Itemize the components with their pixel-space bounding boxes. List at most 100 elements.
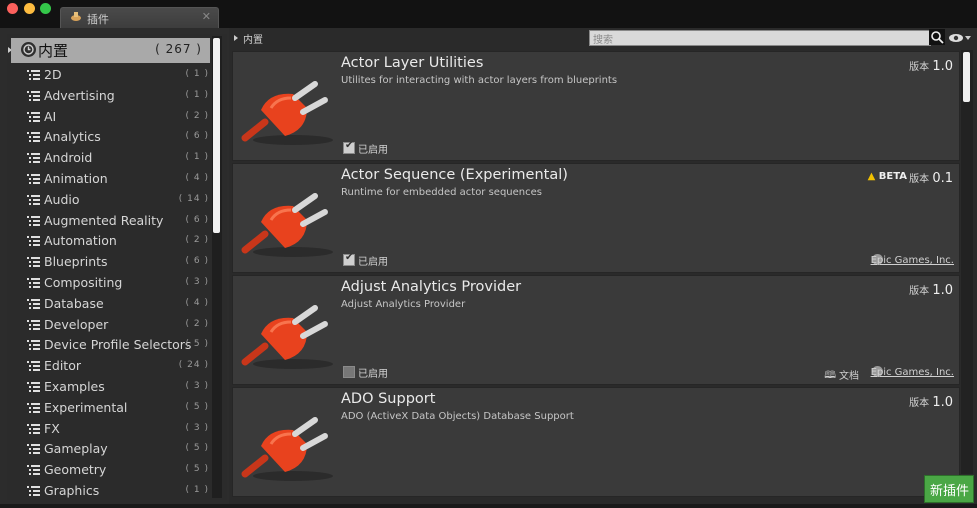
search-field[interactable]: 搜索	[589, 30, 931, 46]
version-number: 1.0	[932, 283, 953, 298]
vendor-link[interactable]: Epic Games, Inc.	[871, 255, 954, 266]
plugin-version: 版本 1.0	[909, 58, 953, 74]
category-label: Editor	[44, 358, 81, 374]
category-label: Analytics	[44, 129, 101, 145]
category-item[interactable]: 2D ( 1 )	[27, 65, 209, 85]
category-label: Advertising	[44, 87, 115, 103]
docs-link[interactable]: 文档	[839, 367, 859, 382]
category-item[interactable]: Animation ( 4 )	[27, 169, 209, 189]
tab-close-icon[interactable]: ✕	[202, 10, 211, 23]
category-count: ( 3 )	[185, 381, 209, 391]
warning-icon: ▲	[867, 171, 876, 182]
search-placeholder: 搜索	[593, 35, 613, 46]
category-count: ( 5 )	[185, 464, 209, 475]
category-label: Examples	[44, 379, 105, 394]
beta-label: BETA	[878, 171, 907, 182]
category-item[interactable]: Advertising ( 1 )	[27, 86, 209, 106]
category-count: ( 6 )	[185, 214, 209, 225]
enabled-label: 已启用	[358, 257, 388, 268]
enabled-checkbox[interactable]: ✔	[343, 140, 355, 154]
sidebar-scroll-thumb[interactable]	[213, 38, 220, 233]
category-item[interactable]: Examples ( 3 )	[27, 377, 209, 397]
vendor-link[interactable]: Epic Games, Inc.	[871, 367, 954, 378]
plugin-card[interactable]: Actor Layer Utilities Utilites for intera…	[232, 51, 960, 161]
enabled-checkbox[interactable]	[343, 366, 355, 378]
plugin-card[interactable]: Adjust Analytics Provider Adjust Analytic…	[232, 275, 960, 385]
category-list-icon	[27, 382, 40, 392]
plugin-list-scrollbar[interactable]	[961, 50, 973, 474]
category-item[interactable]: Developer ( 2 )	[27, 315, 209, 335]
zoom-window-button[interactable]	[40, 3, 51, 14]
category-item[interactable]: Blueprints ( 6 )	[27, 252, 209, 272]
category-count: ( 5 )	[185, 443, 209, 454]
view-options-eye-icon[interactable]	[948, 32, 972, 44]
plugin-title: Adjust Analytics Provider	[341, 279, 522, 295]
enabled-checkbox[interactable]: ✔	[343, 252, 355, 266]
book-icon[interactable]: 🕮	[824, 368, 836, 385]
category-count: ( 3 )	[185, 422, 209, 433]
plugin-card[interactable]: Actor Sequence (Experimental) Runtime for…	[232, 163, 960, 273]
category-item[interactable]: Automation ( 2 )	[27, 231, 209, 251]
category-list-icon	[27, 298, 40, 309]
minimize-window-button[interactable]	[24, 3, 35, 14]
category-label: Audio	[44, 191, 80, 207]
category-item[interactable]: Database ( 4 )	[27, 294, 209, 314]
category-label: Automation	[44, 233, 117, 249]
new-plugin-button[interactable]: 新插件	[924, 475, 974, 503]
category-label: AI	[44, 108, 57, 124]
category-label: Database	[44, 295, 104, 311]
builtin-category-icon	[21, 42, 36, 57]
category-list-icon	[27, 111, 40, 122]
category-label: Device Profile Selectors	[44, 337, 192, 353]
category-list-icon	[27, 486, 40, 496]
category-label: Developer	[44, 316, 109, 332]
category-list-icon	[27, 215, 40, 226]
category-list-icon	[27, 402, 40, 413]
search-icon[interactable]	[929, 29, 945, 45]
category-list-icon	[27, 132, 40, 143]
close-window-button[interactable]	[7, 3, 18, 14]
category-item[interactable]: Audio ( 14 )	[27, 190, 209, 210]
category-root-builtin[interactable]: 内置 ( 267 )	[11, 38, 210, 63]
category-item[interactable]: Compositing ( 3 )	[27, 273, 209, 293]
category-list-icon	[27, 340, 40, 351]
category-item[interactable]: Graphics ( 1 )	[27, 481, 209, 500]
plugin-title: Actor Layer Utilities	[341, 55, 484, 71]
plugin-title: ADO Support	[341, 391, 436, 407]
category-list-icon	[27, 319, 40, 330]
version-number: 0.1	[932, 171, 953, 186]
new-plugin-button-label: 新插件	[930, 484, 970, 499]
category-sidebar: 内置 ( 267 ) 2D ( 1 ) Advertising ( 1 ) AI ( 2 …	[7, 34, 227, 500]
category-list-icon	[27, 465, 40, 476]
category-item[interactable]: Augmented Reality ( 6 )	[27, 211, 209, 231]
plugin-card[interactable]: ADO Support ADO (ActiveX Data Objects) Da…	[232, 387, 960, 497]
category-item[interactable]: Editor ( 24 )	[27, 356, 209, 376]
breadcrumb[interactable]: 内置	[243, 31, 263, 46]
category-list-icon	[27, 444, 40, 455]
category-count: ( 5 )	[185, 401, 209, 412]
plugin-description: Adjust Analytics Provider	[341, 299, 466, 310]
category-label: Animation	[44, 171, 108, 186]
category-item[interactable]: Gameplay ( 5 )	[27, 439, 209, 459]
version-label: 版本	[909, 62, 930, 73]
category-item[interactable]: AI ( 2 )	[27, 107, 209, 127]
category-item[interactable]: Analytics ( 6 )	[27, 127, 209, 147]
window-titlebar: 插件 ✕	[0, 0, 977, 29]
plugin-plug-icon	[241, 417, 333, 481]
category-count: ( 1 )	[185, 69, 209, 79]
category-item[interactable]: Experimental ( 5 )	[27, 398, 209, 418]
category-label: Experimental	[44, 399, 128, 415]
beta-badge: ▲ BETA	[868, 171, 907, 182]
category-count: ( 6 )	[185, 131, 209, 142]
category-list-icon	[27, 90, 40, 101]
plugin-list-scroll-thumb[interactable]	[963, 52, 970, 102]
plugin-description: ADO (ActiveX Data Objects) Database Supp…	[341, 411, 574, 422]
category-item[interactable]: FX ( 3 )	[27, 419, 209, 439]
category-count: ( 3 )	[185, 277, 209, 287]
category-list-icon	[27, 361, 40, 372]
tab-plugins[interactable]: 插件 ✕	[60, 7, 219, 29]
category-item[interactable]: Android ( 1 )	[27, 148, 209, 168]
category-count: ( 4 )	[185, 297, 209, 308]
category-item[interactable]: Device Profile Selectors( 5 )	[27, 335, 209, 355]
category-item[interactable]: Geometry ( 5 )	[27, 460, 209, 480]
